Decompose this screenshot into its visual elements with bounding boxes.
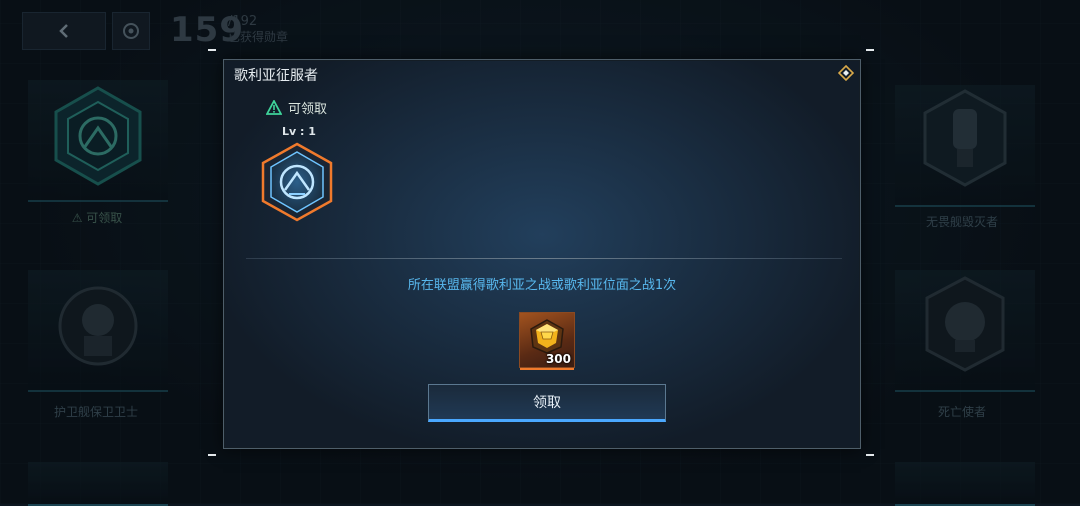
- frame-corner: [866, 49, 874, 51]
- medal-description: 所在联盟赢得歌利亚之战或歌利亚位面之战1次: [407, 278, 677, 293]
- reward-quantity: 300: [545, 352, 571, 366]
- frame-corner: [866, 454, 874, 456]
- gem-crate-icon: [530, 319, 564, 354]
- claim-status-label: 可领取: [288, 102, 328, 117]
- modal-title: 歌利亚征服者: [234, 68, 318, 84]
- medal-level: Lv : 1: [282, 125, 316, 138]
- warning-icon: [266, 100, 282, 115]
- frame-corner: [208, 49, 216, 51]
- claim-button[interactable]: 领取: [428, 384, 666, 422]
- goliath-badge-icon: [261, 142, 333, 222]
- section-divider: [246, 258, 842, 259]
- claim-status: 可领取: [266, 98, 327, 117]
- reward-item[interactable]: 300: [519, 312, 575, 368]
- frame-corner: [208, 454, 216, 456]
- diamond-icon[interactable]: [838, 65, 854, 81]
- medal-detail-modal: 歌利亚征服者 可领取 Lv : 1 所在联盟赢得歌利亚之战或歌利亚位面之战1次: [223, 59, 861, 449]
